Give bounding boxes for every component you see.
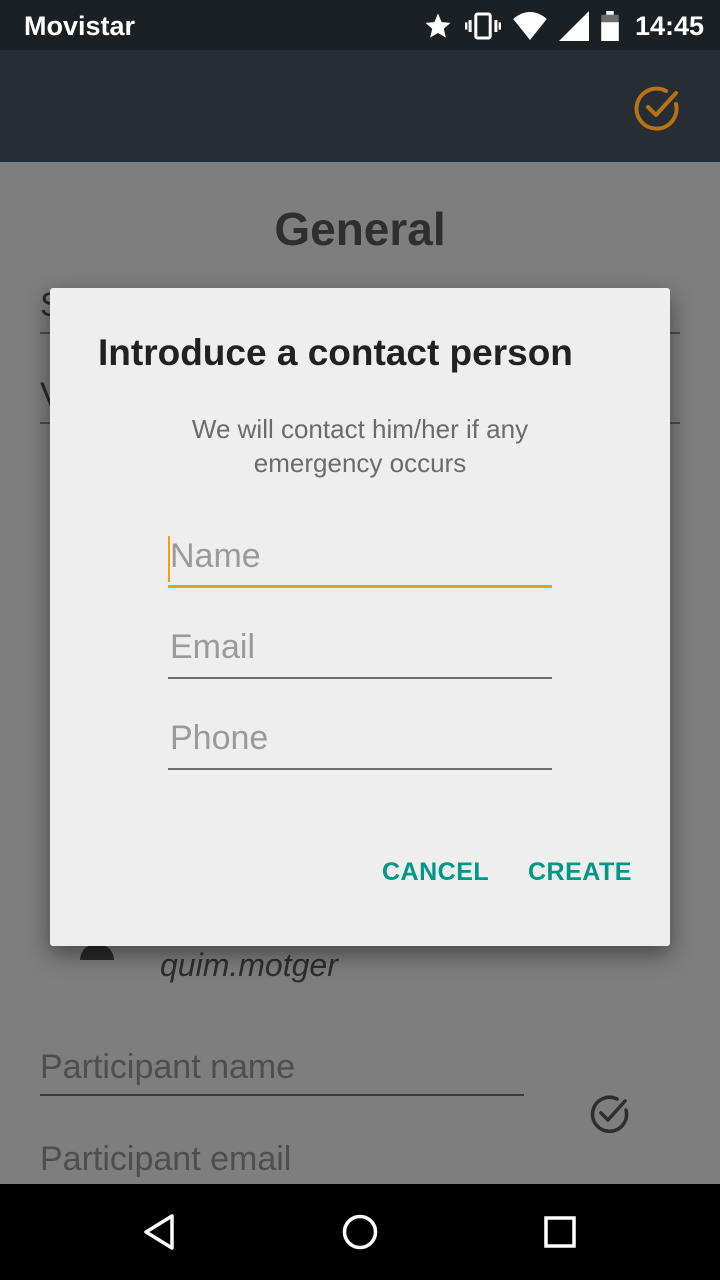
contact-person-dialog: Introduce a contact person We will conta… [50,288,670,946]
home-icon[interactable] [336,1208,384,1256]
navigation-bar [0,1184,720,1280]
create-button[interactable]: CREATE [528,858,632,887]
status-bar: Movistar 14:45 [0,0,720,50]
wifi-icon [513,12,547,40]
check-circle-icon[interactable] [588,1092,632,1136]
name-field[interactable] [168,528,552,588]
text-cursor [168,536,170,582]
name-input[interactable] [168,528,552,584]
signal-icon [558,11,589,41]
phone-input[interactable] [168,710,552,766]
star-icon [423,11,453,41]
email-field[interactable] [168,619,552,679]
back-icon[interactable] [136,1208,184,1256]
email-input[interactable] [168,619,552,675]
section-title: General [274,203,446,255]
user-icon [80,944,114,960]
participant-email-input[interactable]: Participant email [40,1140,291,1179]
check-circle-icon[interactable] [632,82,684,134]
vibrate-icon [464,11,501,41]
participant-name-input[interactable]: Participant name [40,1048,295,1087]
cancel-button[interactable]: CANCEL [382,858,489,887]
phone-field[interactable] [168,710,552,770]
app-bar [0,50,720,162]
phone-underline [168,768,552,770]
recents-icon[interactable] [536,1208,584,1256]
status-icons: 14:45 [423,8,704,44]
name-underline [168,585,552,588]
carrier-name: Movistar [24,11,136,41]
participant-name-underline [40,1094,524,1096]
dialog-title: Introduce a contact person [98,332,573,373]
clock: 14:45 [634,10,704,41]
email-underline [168,677,552,679]
battery-icon [601,11,619,41]
dialog-subtitle: We will contact him/her if any emergency… [191,414,529,478]
username: quim.motger [160,947,338,983]
